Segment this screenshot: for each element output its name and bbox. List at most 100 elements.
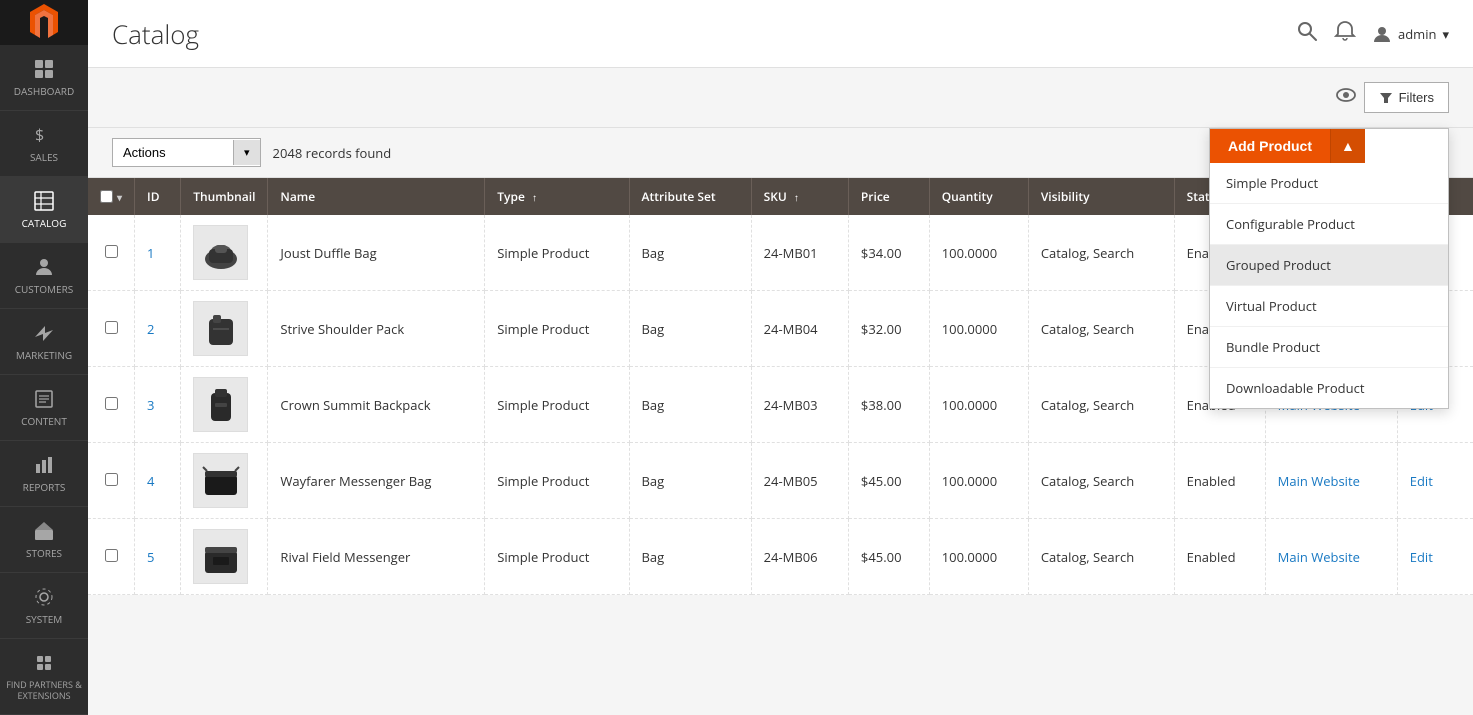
admin-avatar-icon (1372, 24, 1392, 44)
row-name-2: Strive Shoulder Pack (268, 291, 485, 367)
th-id: ID (135, 178, 181, 215)
th-type[interactable]: Type ↑ (485, 178, 629, 215)
notifications-icon[interactable] (1334, 20, 1356, 48)
dropdown-item-downloadable[interactable]: Downloadable Product (1210, 368, 1448, 408)
th-price: Price (848, 178, 929, 215)
row-price-1: $34.00 (848, 215, 929, 291)
search-icon[interactable] (1296, 20, 1318, 48)
row-edit-4[interactable]: Edit (1410, 472, 1433, 490)
admin-dropdown-icon: ▾ (1442, 25, 1449, 43)
partners-icon (32, 651, 56, 675)
records-count: 2048 records found (273, 144, 392, 162)
row-attr-set-3: Bag (629, 367, 751, 443)
row-checkbox-3[interactable] (105, 397, 118, 410)
filter-icon (1379, 91, 1393, 105)
row-id-5[interactable]: 5 (135, 519, 181, 595)
sidebar-item-content[interactable]: CONTENT (0, 375, 88, 441)
row-thumbnail-4 (181, 443, 268, 519)
dropdown-item-configurable[interactable]: Configurable Product (1210, 204, 1448, 245)
dropdown-items-container: Simple ProductConfigurable ProductGroupe… (1210, 163, 1448, 408)
row-name-1: Joust Duffle Bag (268, 215, 485, 291)
row-quantity-1: 100.0000 (929, 215, 1028, 291)
row-attr-set-2: Bag (629, 291, 751, 367)
row-price-4: $45.00 (848, 443, 929, 519)
actions-select[interactable]: Actions (113, 139, 233, 166)
row-thumbnail-3 (181, 367, 268, 443)
th-quantity: Quantity (929, 178, 1028, 215)
add-product-main-button[interactable]: Add Product (1210, 129, 1330, 163)
row-visibility-3: Catalog, Search (1028, 367, 1174, 443)
row-status-4: Enabled (1174, 443, 1265, 519)
row-quantity-4: 100.0000 (929, 443, 1028, 519)
row-checkbox-1[interactable] (105, 245, 118, 258)
th-checkbox-dropdown[interactable]: ▾ (117, 190, 122, 204)
catalog-icon (32, 189, 56, 213)
add-product-arrow-button[interactable]: ▲ (1330, 129, 1365, 163)
sidebar-item-customers[interactable]: CUSTOMERS (0, 243, 88, 309)
content-icon (32, 387, 56, 411)
row-status-5: Enabled (1174, 519, 1265, 595)
actions-select-wrapper[interactable]: Actions ▾ (112, 138, 261, 167)
visibility-icon[interactable] (1336, 85, 1356, 111)
row-id-2[interactable]: 2 (135, 291, 181, 367)
row-type-2: Simple Product (485, 291, 629, 367)
add-product-dropdown: Add Product ▲ Simple ProductConfigurable… (1209, 128, 1449, 409)
topbar-actions: admin ▾ (1296, 20, 1449, 48)
th-attribute-set: Attribute Set (629, 178, 751, 215)
row-attr-set-4: Bag (629, 443, 751, 519)
row-edit-5[interactable]: Edit (1410, 548, 1433, 566)
sidebar-item-system[interactable]: SYSTEM (0, 573, 88, 639)
row-attr-set-1: Bag (629, 215, 751, 291)
customers-icon (32, 255, 56, 279)
sidebar-item-sales[interactable]: $ SALES (0, 111, 88, 177)
sidebar-item-catalog[interactable]: CATALOG (0, 177, 88, 243)
row-checkbox-5[interactable] (105, 549, 118, 562)
admin-user-menu[interactable]: admin ▾ (1372, 24, 1449, 44)
table-row: 4 Wayfarer Messenger Bag Simple Product … (88, 443, 1473, 519)
row-sku-4: 24-MB05 (751, 443, 848, 519)
row-checkbox-cell (88, 215, 135, 291)
th-checkbox[interactable]: ▾ (88, 178, 135, 215)
row-price-2: $32.00 (848, 291, 929, 367)
select-all-checkbox[interactable] (100, 190, 113, 203)
marketing-icon (32, 321, 56, 345)
sidebar-item-partners[interactable]: FIND PARTNERS & EXTENSIONS (0, 639, 88, 715)
row-type-3: Simple Product (485, 367, 629, 443)
type-sort-icon: ↑ (532, 190, 537, 204)
sales-icon: $ (32, 123, 56, 147)
stores-icon (32, 519, 56, 543)
actions-left: Actions ▾ 2048 records found (112, 138, 391, 167)
dropdown-item-virtual[interactable]: Virtual Product (1210, 286, 1448, 327)
row-checkbox-4[interactable] (105, 473, 118, 486)
row-visibility-1: Catalog, Search (1028, 215, 1174, 291)
row-checkbox-cell (88, 519, 135, 595)
sidebar-item-reports[interactable]: REPORTS (0, 441, 88, 507)
row-website-5[interactable]: Main Website (1278, 548, 1360, 566)
row-sku-2: 24-MB04 (751, 291, 848, 367)
actions-select-arrow[interactable]: ▾ (233, 140, 260, 165)
svg-text:$: $ (35, 124, 44, 146)
dropdown-item-simple[interactable]: Simple Product (1210, 163, 1448, 204)
page-title: Catalog (112, 16, 199, 52)
sku-sort-icon: ↑ (794, 190, 799, 204)
row-quantity-2: 100.0000 (929, 291, 1028, 367)
th-visibility: Visibility (1028, 178, 1174, 215)
th-sku[interactable]: SKU ↑ (751, 178, 848, 215)
row-checkbox-2[interactable] (105, 321, 118, 334)
row-price-3: $38.00 (848, 367, 929, 443)
row-id-4[interactable]: 4 (135, 443, 181, 519)
filters-button[interactable]: Filters (1364, 82, 1449, 113)
row-id-1[interactable]: 1 (135, 215, 181, 291)
th-thumbnail: Thumbnail (181, 178, 268, 215)
sidebar-item-dashboard[interactable]: DASHBOARD (0, 45, 88, 111)
row-website-4[interactable]: Main Website (1278, 472, 1360, 490)
sidebar-item-marketing[interactable]: MARKETING (0, 309, 88, 375)
dropdown-item-bundle[interactable]: Bundle Product (1210, 327, 1448, 368)
row-sku-1: 24-MB01 (751, 215, 848, 291)
dropdown-item-grouped[interactable]: Grouped Product (1210, 245, 1448, 286)
reports-icon (32, 453, 56, 477)
sidebar-item-stores[interactable]: STORES (0, 507, 88, 573)
table-row: 5 Rival Field Messenger Simple Product B… (88, 519, 1473, 595)
row-sku-5: 24-MB06 (751, 519, 848, 595)
row-id-3[interactable]: 3 (135, 367, 181, 443)
